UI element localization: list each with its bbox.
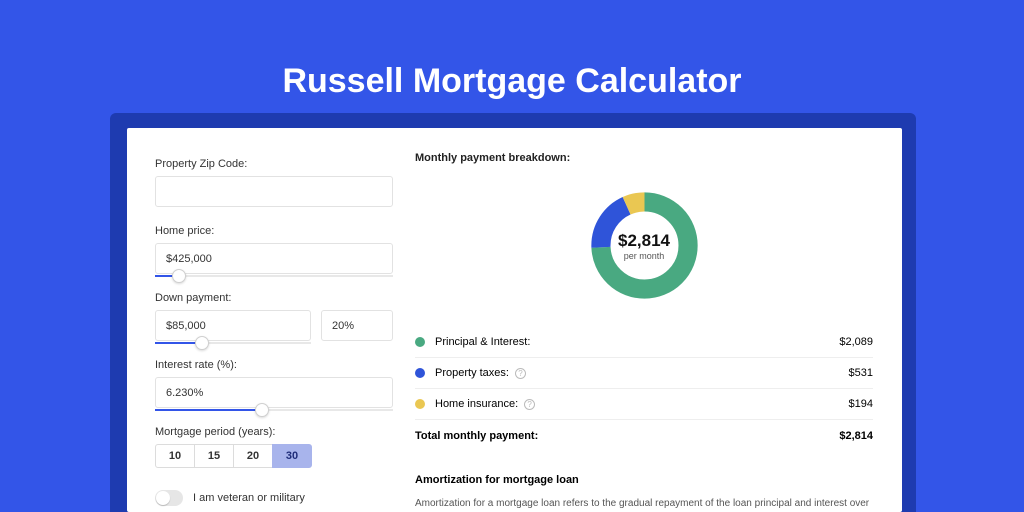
home-price-input[interactable] [155, 243, 393, 274]
toggle-knob-icon [156, 491, 170, 505]
down-payment-label: Down payment: [155, 292, 393, 304]
home-price-field: Home price: [155, 225, 393, 274]
period-option-15[interactable]: 15 [194, 444, 234, 468]
slider-thumb-icon[interactable] [255, 403, 269, 417]
down-payment-input[interactable] [155, 310, 311, 341]
amortization-title: Amortization for mortgage loan [415, 474, 873, 486]
breakdown-title: Monthly payment breakdown: [415, 152, 873, 172]
line-value: $531 [849, 367, 873, 379]
zip-label: Property Zip Code: [155, 158, 393, 170]
period-option-20[interactable]: 20 [233, 444, 273, 468]
interest-label: Interest rate (%): [155, 359, 393, 371]
down-payment-pct-input[interactable] [321, 310, 393, 341]
line-label: Home insurance: [435, 398, 518, 410]
interest-slider[interactable] [155, 409, 393, 411]
total-label: Total monthly payment: [415, 430, 538, 442]
donut-sub: per month [624, 251, 665, 261]
line-label: Property taxes: [435, 367, 509, 379]
interest-input[interactable] [155, 377, 393, 408]
period-option-30[interactable]: 30 [272, 444, 312, 468]
period-options: 10 15 20 30 [155, 444, 393, 468]
down-payment-field: Down payment: [155, 292, 393, 341]
breakdown-line-principal: Principal & Interest: $2,089 [415, 327, 873, 358]
donut-amount: $2,814 [618, 231, 670, 251]
slider-thumb-icon[interactable] [172, 269, 186, 283]
veteran-label: I am veteran or military [193, 492, 305, 504]
line-label: Principal & Interest: [435, 336, 530, 348]
donut-chart: $2,814 per month [415, 178, 873, 313]
amortization-text: Amortization for a mortgage loan refers … [415, 496, 873, 512]
zip-field: Property Zip Code: [155, 158, 393, 207]
breakdown-panel: Monthly payment breakdown: $2,814 per mo… [415, 152, 873, 512]
slider-thumb-icon[interactable] [195, 336, 209, 350]
veteran-row: I am veteran or military [155, 490, 393, 506]
calculator-card: Property Zip Code: Home price: Down paym… [127, 128, 902, 512]
interest-field: Interest rate (%): [155, 359, 393, 408]
help-icon[interactable]: ? [515, 368, 526, 379]
home-price-label: Home price: [155, 225, 393, 237]
down-payment-slider[interactable] [155, 342, 311, 344]
page-title: Russell Mortgage Calculator [0, 62, 1024, 101]
zip-input[interactable] [155, 176, 393, 207]
dot-icon [415, 337, 425, 347]
period-field: Mortgage period (years): 10 15 20 30 [155, 426, 393, 468]
home-price-slider[interactable] [155, 275, 393, 277]
total-value: $2,814 [839, 430, 873, 442]
period-label: Mortgage period (years): [155, 426, 393, 438]
period-option-10[interactable]: 10 [155, 444, 195, 468]
form-panel: Property Zip Code: Home price: Down paym… [155, 158, 393, 506]
line-value: $2,089 [839, 336, 873, 348]
breakdown-line-insurance: Home insurance: ? $194 [415, 389, 873, 420]
veteran-toggle[interactable] [155, 490, 183, 506]
line-value: $194 [849, 398, 873, 410]
dot-icon [415, 399, 425, 409]
help-icon[interactable]: ? [524, 399, 535, 410]
breakdown-total: Total monthly payment: $2,814 [415, 420, 873, 456]
breakdown-line-taxes: Property taxes: ? $531 [415, 358, 873, 389]
dot-icon [415, 368, 425, 378]
